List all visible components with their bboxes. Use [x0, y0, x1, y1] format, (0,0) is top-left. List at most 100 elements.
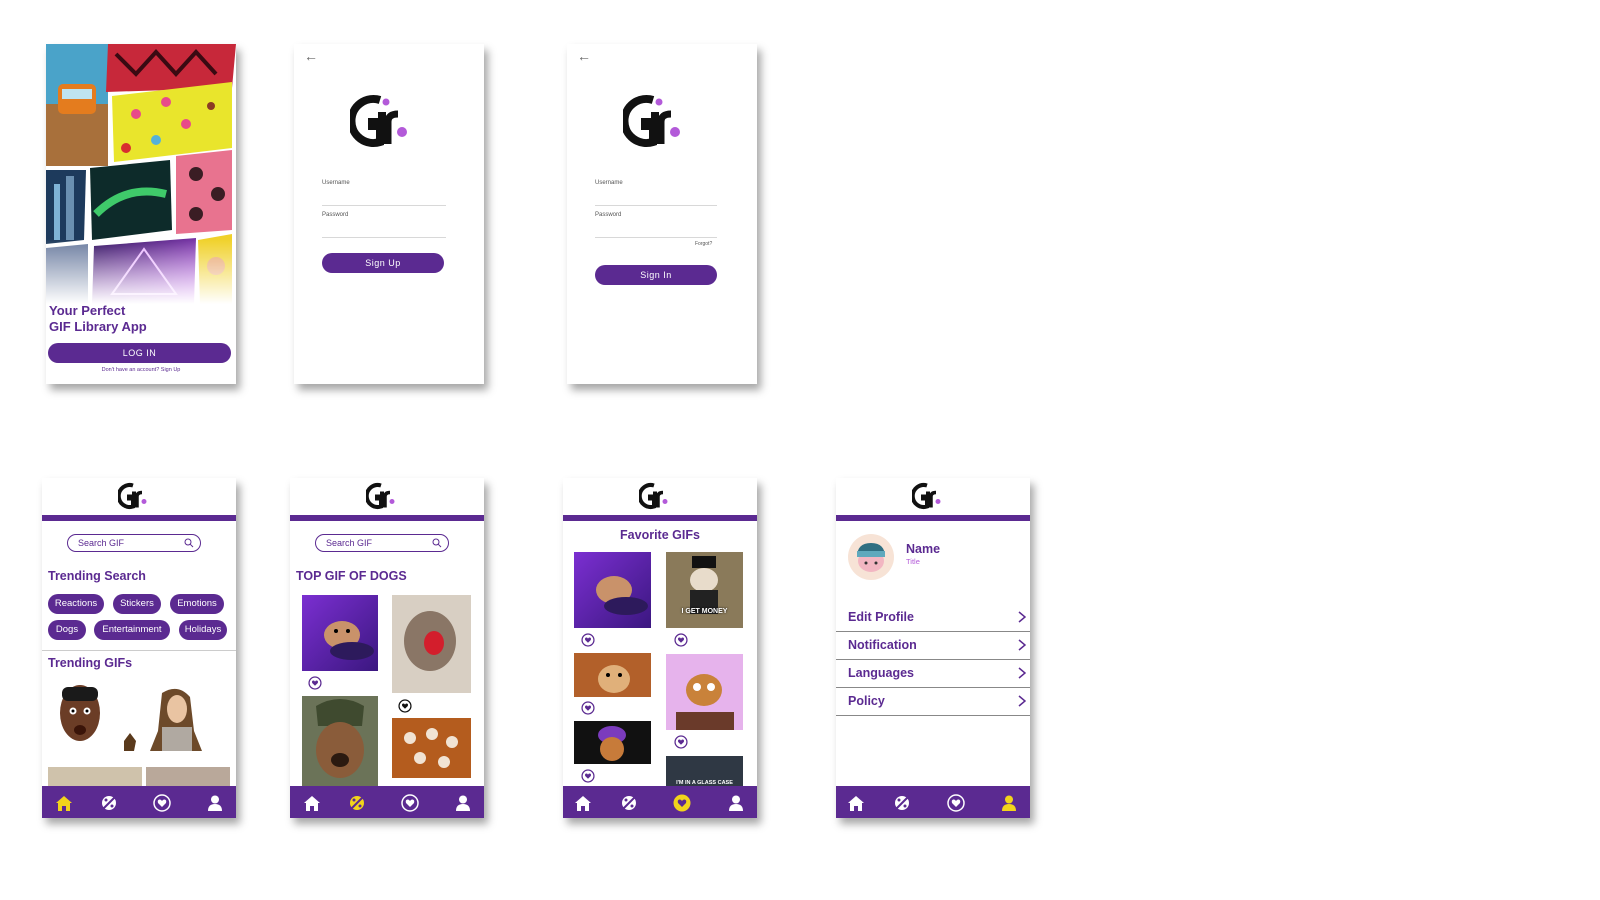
profile-name: Name [906, 542, 941, 556]
back-arrow-icon[interactable]: ← [304, 48, 318, 64]
chip-dogs[interactable]: Dogs [48, 620, 86, 640]
search-icon[interactable] [184, 538, 194, 548]
signin-button[interactable]: Sign In [595, 265, 717, 285]
profile-screen: Name Title Edit Profile Notification Lan… [836, 478, 1030, 818]
signup-prompt-link[interactable]: Don't have an account? Sign Up [46, 367, 236, 373]
password-field[interactable] [322, 237, 446, 238]
gif-thumbnail[interactable] [574, 552, 651, 628]
gif-thumbnail[interactable] [302, 696, 378, 788]
category-title: TOP GIF OF DOGS [296, 569, 407, 583]
gif-thumbnail[interactable] [392, 718, 471, 778]
gif-thumbnail[interactable] [392, 595, 471, 693]
chevron-right-icon [1018, 695, 1026, 707]
welcome-headline-line1: Your Perfect [49, 303, 126, 318]
app-logo [347, 94, 414, 148]
app-logo [637, 482, 671, 510]
gif-thumbnail[interactable] [56, 683, 104, 749]
home-icon[interactable] [573, 793, 593, 813]
bottom-nav [563, 786, 757, 818]
search-placeholder: Search GIF [78, 538, 125, 548]
profile-icon[interactable] [999, 793, 1019, 813]
app-logo [364, 482, 398, 510]
login-button[interactable]: LOG IN [48, 343, 231, 363]
app-logo [620, 94, 687, 148]
bottom-nav [42, 786, 236, 818]
favorites-icon[interactable] [152, 793, 172, 813]
avatar[interactable] [847, 533, 895, 581]
favorites-icon[interactable] [946, 793, 966, 813]
explore-icon[interactable] [892, 793, 912, 813]
profile-icon[interactable] [205, 793, 225, 813]
bottom-nav [290, 786, 484, 818]
profile-icon[interactable] [726, 793, 746, 813]
signup-button[interactable]: Sign Up [322, 253, 444, 273]
favorite-heart-icon[interactable] [398, 699, 412, 713]
username-field[interactable] [322, 205, 446, 206]
search-input[interactable]: Search GIF [315, 534, 449, 552]
app-logo [116, 482, 150, 510]
username-field[interactable] [595, 205, 717, 206]
menu-languages[interactable]: Languages [836, 659, 1030, 688]
favorite-heart-icon[interactable] [674, 735, 688, 749]
gif-caption: I GET MONEY [681, 608, 728, 615]
favorite-heart-icon[interactable] [581, 701, 595, 715]
home-icon[interactable] [846, 793, 866, 813]
gif-thumbnail[interactable] [122, 683, 212, 751]
category-screen: Search GIF TOP GIF OF DOGS [290, 478, 484, 818]
explore-icon[interactable] [347, 793, 367, 813]
search-input[interactable]: Search GIF [67, 534, 201, 552]
password-label: Password [595, 212, 622, 218]
chevron-right-icon [1018, 639, 1026, 651]
collage-image [46, 44, 236, 304]
bottom-nav [836, 786, 1030, 818]
welcome-screen: Your Perfect GIF Library App LOG IN Don'… [46, 44, 236, 384]
menu-label: Languages [848, 666, 914, 680]
search-placeholder: Search GIF [326, 538, 373, 548]
profile-subtitle: Title [906, 557, 920, 566]
gif-thumbnail[interactable] [574, 653, 651, 697]
gif-thumbnail[interactable]: I'M IN A GLASS CASE [666, 756, 743, 788]
trending-search-title: Trending Search [48, 569, 146, 583]
chip-emotions[interactable]: Emotions [170, 594, 224, 614]
chip-holidays[interactable]: Holidays [179, 620, 227, 640]
trending-gifs-title: Trending GIFs [48, 656, 133, 670]
gif-thumbnail[interactable]: I GET MONEY [666, 552, 743, 628]
menu-label: Edit Profile [848, 610, 914, 624]
favorite-heart-icon[interactable] [581, 769, 595, 783]
home-icon[interactable] [302, 793, 322, 813]
gif-thumbnail[interactable] [574, 721, 651, 764]
chevron-right-icon [1018, 611, 1026, 623]
header-bar [42, 515, 236, 521]
password-field[interactable] [595, 237, 717, 238]
profile-icon[interactable] [453, 793, 473, 813]
username-label: Username [595, 180, 623, 186]
explore-icon[interactable] [619, 793, 639, 813]
gif-thumbnail[interactable] [302, 595, 378, 671]
forgot-password-link[interactable]: Forgot? [695, 241, 712, 247]
home-icon[interactable] [54, 793, 74, 813]
home-screen: Search GIF Trending Search Reactions Sti… [42, 478, 236, 818]
menu-policy[interactable]: Policy [836, 687, 1030, 716]
signin-screen: ← Username Password Forgot? Sign In [567, 44, 757, 384]
divider [42, 650, 236, 651]
password-label: Password [322, 212, 349, 218]
favorites-title: Favorite GIFs [620, 528, 700, 542]
header-bar [563, 515, 757, 521]
search-icon[interactable] [432, 538, 442, 548]
menu-edit-profile[interactable]: Edit Profile [836, 603, 1030, 632]
favorites-icon[interactable] [672, 793, 692, 813]
back-arrow-icon[interactable]: ← [577, 48, 591, 64]
menu-notification[interactable]: Notification [836, 631, 1030, 660]
favorite-heart-icon[interactable] [674, 633, 688, 647]
gif-thumbnail[interactable] [666, 654, 743, 730]
favorite-heart-icon[interactable] [581, 633, 595, 647]
chip-stickers[interactable]: Stickers [113, 594, 161, 614]
favorites-screen: Favorite GIFs I GET MONEY I'M IN A GLASS… [563, 478, 757, 818]
explore-icon[interactable] [99, 793, 119, 813]
chip-reactions[interactable]: Reactions [48, 594, 104, 614]
header-bar [290, 515, 484, 521]
favorites-icon[interactable] [400, 793, 420, 813]
app-logo [910, 482, 944, 510]
chip-entertainment[interactable]: Entertainment [94, 620, 170, 640]
favorite-heart-icon[interactable] [308, 676, 322, 690]
